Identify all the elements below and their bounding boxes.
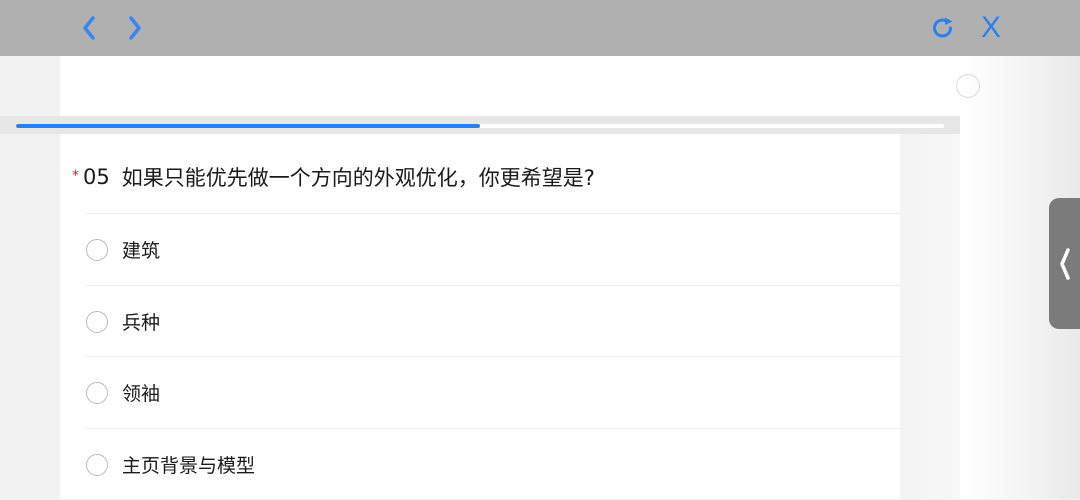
progress-section xyxy=(0,116,960,134)
option-label: 领袖 xyxy=(122,383,161,405)
chevron-left-icon xyxy=(1059,247,1070,280)
option-radio-1[interactable]: 建筑 xyxy=(86,214,900,285)
progress-track xyxy=(16,124,944,128)
page-header-area xyxy=(60,56,960,116)
option-radio-3[interactable]: 领袖 xyxy=(86,357,900,428)
option-label: 主页背景与模型 xyxy=(122,455,256,477)
radio-circle[interactable] xyxy=(86,310,108,333)
option-label: 建筑 xyxy=(122,240,161,262)
question-title: * 05 如果只能优先做一个方向的外观优化，你更希望是? xyxy=(72,162,595,192)
question-card: * 05 如果只能优先做一个方向的外观优化，你更希望是? 建筑 兵种 领袖 主页… xyxy=(60,134,900,499)
chevron-left-icon xyxy=(83,16,95,40)
partial-circle-button[interactable] xyxy=(956,74,980,98)
progress-fill xyxy=(16,124,480,128)
question-number: 05 xyxy=(83,165,110,189)
option-radio-2[interactable]: 兵种 xyxy=(86,286,900,357)
question-text: 如果只能优先做一个方向的外观优化，你更希望是? xyxy=(121,166,595,190)
close-button[interactable]: X xyxy=(976,10,1006,46)
chevron-right-icon xyxy=(129,16,141,40)
radio-circle[interactable] xyxy=(86,238,108,261)
radio-circle[interactable] xyxy=(86,381,108,404)
radio-circle[interactable] xyxy=(86,453,108,476)
forward-button[interactable] xyxy=(120,10,150,46)
refresh-icon xyxy=(933,17,953,38)
option-radio-4[interactable]: 主页背景与模型 xyxy=(86,429,900,500)
browser-toolbar: X xyxy=(0,0,1080,56)
back-button[interactable] xyxy=(74,10,104,46)
side-drawer-tab[interactable] xyxy=(1049,198,1080,329)
option-label: 兵种 xyxy=(122,312,161,334)
card-shadow-strip xyxy=(900,134,960,499)
refresh-button[interactable] xyxy=(928,10,958,46)
required-mark: * xyxy=(72,168,79,184)
